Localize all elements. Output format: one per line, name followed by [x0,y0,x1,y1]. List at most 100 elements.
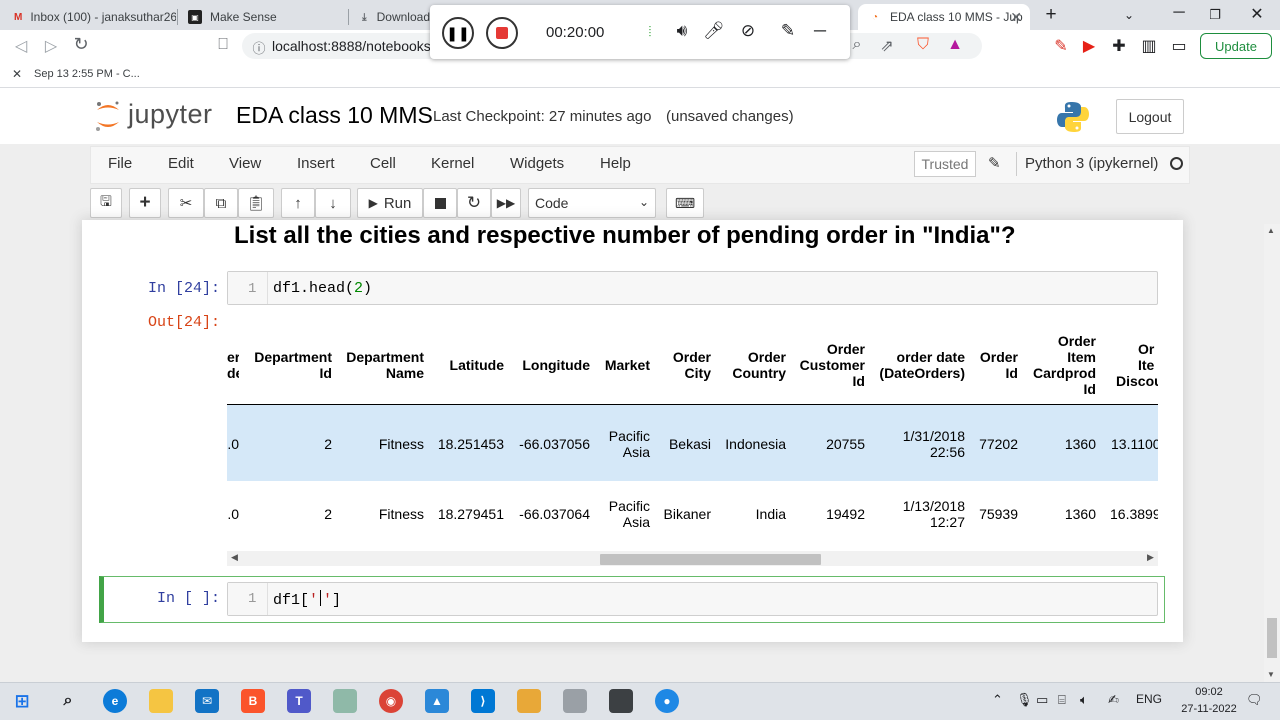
cell-type-select[interactable]: Code ⌄ [528,188,656,218]
mail-icon[interactable]: ✉ [195,689,219,713]
code-cell-editor[interactable] [227,582,1158,616]
menu-file[interactable]: File [108,155,132,172]
microphone-tray-icon[interactable]: 🎙︎ [1016,692,1033,708]
notebook-name[interactable]: EDA class 10 MMS [236,102,433,129]
cell-type-value: Code [535,195,569,211]
restart-button[interactable]: ↻ [457,188,491,218]
tab-downloads[interactable]: ⤓ Downloads [350,4,436,30]
edit-pencil-icon[interactable]: ✎ [988,154,1001,172]
command-palette-button[interactable]: ⌨ [666,188,704,218]
trusted-indicator[interactable]: Trusted [914,151,976,177]
clock-date[interactable]: 27-11-2022 [1170,703,1248,715]
close-tab-icon[interactable]: ✕ [1010,9,1022,26]
stop-recording-button[interactable] [486,17,518,49]
bookmark-app-icon[interactable]: ✕ [12,67,22,81]
clock-time[interactable]: 09:02 [1184,686,1234,698]
insert-cell-button[interactable]: + [129,188,161,218]
page-vertical-scrollbar[interactable] [1264,224,1280,682]
page-scrollbar-thumb[interactable] [1267,618,1277,658]
notes-icon[interactable] [517,689,541,713]
table-cell: -66.037064 [519,506,590,522]
save-button[interactable]: 🖫︎ [90,188,122,218]
edge-icon[interactable]: e [103,689,127,713]
network-icon[interactable]: ⌸ [1058,692,1066,708]
pen-tray-icon[interactable]: ✍ [1108,692,1119,708]
screen-recorder-icon[interactable]: ● [655,689,679,713]
reload-icon[interactable]: ↻ [70,34,92,55]
run-button[interactable]: ▶ Run [357,188,423,218]
terminal-icon[interactable] [609,689,633,713]
jupyter-logo-text[interactable]: jupyter [128,99,213,130]
youtube-extension-icon[interactable]: ▶ [1078,36,1100,56]
notification-icon[interactable]: 🗨︎ [1246,692,1263,708]
tray-chevron-up-icon[interactable]: ⌃ [992,692,1003,708]
restore-icon[interactable]: ❐ [1200,7,1230,23]
scroll-up-icon[interactable]: ▲ [1267,226,1275,235]
move-down-button[interactable]: ↓ [315,188,351,218]
extensions-icon[interactable]: ✚ [1108,36,1130,56]
teams-icon[interactable]: T [287,689,311,713]
copy-button[interactable]: ⧉ [204,188,238,218]
share-icon[interactable]: ⇗ [876,36,898,56]
paste-icon: 📋︎ [246,195,266,212]
info-icon[interactable]: ⓘ [248,38,270,57]
paste-button[interactable]: 📋︎ [238,188,274,218]
vscode-icon[interactable]: ⟩ [471,689,495,713]
new-tab-icon[interactable]: + [1036,4,1066,26]
close-window-icon[interactable]: ✕ [1242,4,1272,24]
pen-extension-icon[interactable]: ✎ [1050,36,1072,56]
volume-tray-icon[interactable]: 🔈︎ [1080,692,1088,708]
scrollbar-thumb[interactable] [600,554,821,565]
draw-icon[interactable]: ✎ [776,21,800,41]
volume-icon[interactable]: 🔊︎ [670,21,694,41]
url-text[interactable]: localhost:8888/notebooks/l [272,38,438,54]
mic-icon[interactable]: 🎤︎ [702,21,726,41]
scroll-left-icon[interactable]: ◀ [231,552,238,563]
menu-edit[interactable]: Edit [168,155,194,172]
tab-eda-notebook[interactable]: ◔ EDA class 10 MMS - Jup ✕ [858,4,1030,30]
search-icon[interactable]: ⌕ [56,689,80,713]
webcam-off-icon[interactable]: ⊘ [736,21,760,41]
file-explorer-icon[interactable] [149,689,173,713]
tab-make-sense[interactable]: ▣ Make Sense [178,4,348,30]
windows-start-icon[interactable]: ⊞ [10,689,34,713]
brave-icon[interactable]: B [241,689,265,713]
interrupt-button[interactable] [423,188,457,218]
code-line[interactable]: df1.head(2) [273,280,372,297]
minimize-recorder-icon[interactable]: ─ [808,21,832,41]
code-line[interactable]: df1[' '] [273,590,341,609]
menu-widgets[interactable]: Widgets [510,155,564,172]
forward-icon[interactable]: ▷ [40,36,62,56]
battery-icon[interactable]: ▭ [1036,692,1048,708]
menu-view[interactable]: View [229,155,261,172]
minimize-icon[interactable]: ─ [1164,4,1194,22]
menu-cell[interactable]: Cell [370,155,396,172]
cut-button[interactable]: ✂ [168,188,204,218]
pause-recording-button[interactable]: ❚❚ [442,17,474,49]
scroll-right-icon[interactable]: ▶ [1147,552,1154,563]
wallet-icon[interactable]: ▭ [1168,36,1190,56]
logout-button[interactable]: Logout [1116,99,1184,134]
scroll-down-icon[interactable]: ▼ [1267,670,1275,679]
menu-insert[interactable]: Insert [297,155,335,172]
update-button[interactable]: Update [1200,33,1272,59]
menu-help[interactable]: Help [600,155,631,172]
brave-shield-icon[interactable]: ⛉ [912,36,934,54]
photos-icon[interactable]: ▲ [425,689,449,713]
back-icon[interactable]: ◁ [10,36,32,56]
tab-search-chevron-icon[interactable]: ⌄ [1114,8,1144,22]
brave-rewards-icon[interactable]: ▲ [944,36,966,54]
bookmark-item[interactable]: Sep 13 2:55 PM - C... [34,68,140,80]
jupyter-logo-icon[interactable] [94,100,122,132]
move-up-button[interactable]: ↑ [281,188,315,218]
tab-gmail[interactable]: M Inbox (100) - janaksuthar26 [4,4,176,30]
app-icon[interactable] [563,689,587,713]
chrome-icon[interactable]: ◉ [379,689,403,713]
menu-kernel[interactable]: Kernel [431,155,474,172]
restart-run-all-button[interactable]: ▶▶ [491,188,521,218]
sidebar-icon[interactable]: ▥ [1138,36,1160,56]
bookmark-icon[interactable]: ⎕ [212,36,234,54]
language-indicator[interactable]: ENG [1136,692,1162,706]
kernel-name[interactable]: Python 3 (ipykernel) [1025,155,1158,172]
app-icon[interactable] [333,689,357,713]
